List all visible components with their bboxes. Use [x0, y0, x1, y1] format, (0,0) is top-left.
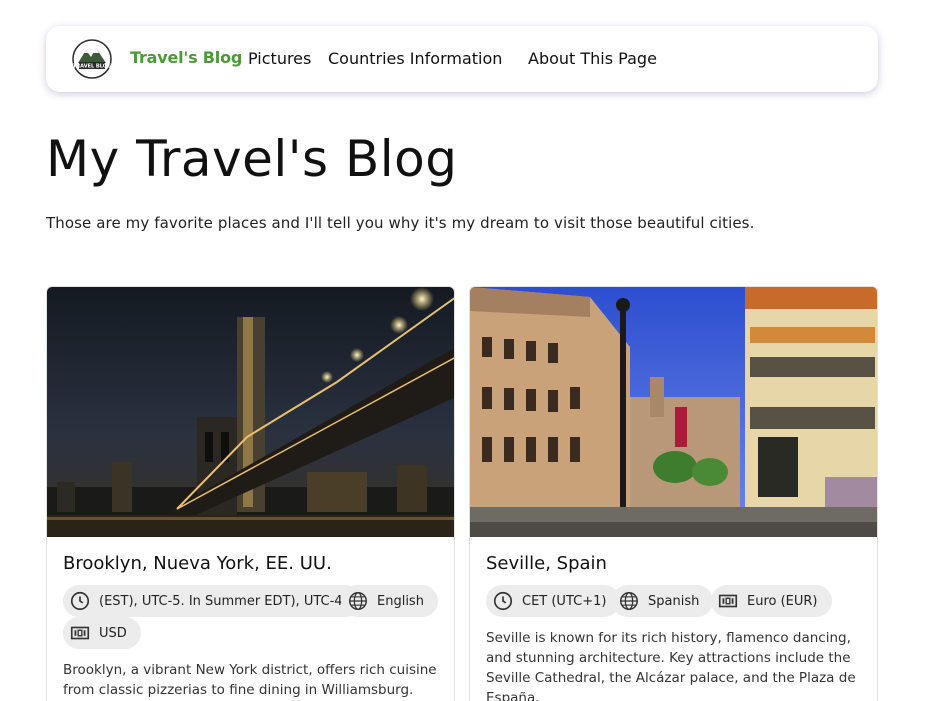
- timezone-label: (EST), UTC-5. In Summer EDT), UTC-4.: [99, 593, 347, 609]
- city-card-seville: Seville, Spain CET (UTC+1) Spanish Euro …: [469, 286, 878, 701]
- svg-text:TRAVEL BLOG: TRAVEL BLOG: [73, 64, 111, 70]
- timezone-label: CET (UTC+1): [522, 593, 607, 609]
- clock-icon: [493, 591, 513, 611]
- timezone-chip: CET (UTC+1): [486, 585, 621, 617]
- currency-chip: Euro (EUR): [711, 585, 832, 617]
- banknote-icon: [70, 626, 90, 640]
- currency-label: Euro (EUR): [747, 593, 818, 609]
- nav-link-about-this-page[interactable]: About This Page: [528, 49, 657, 68]
- card-description: Seville is known for its rich history, f…: [486, 630, 856, 701]
- language-label: English: [377, 593, 424, 609]
- globe-icon: [620, 592, 638, 610]
- language-chip: English: [341, 585, 438, 617]
- currency-chip: USD: [63, 617, 141, 649]
- city-card-brooklyn: Brooklyn, Nueva York, EE. UU. (EST), UTC…: [46, 286, 455, 701]
- currency-label: USD: [99, 625, 127, 641]
- travel-blog-logo[interactable]: TRAVEL BLOG: [72, 39, 112, 79]
- language-label: Spanish: [648, 593, 700, 609]
- clock-icon: [70, 591, 90, 611]
- language-chip: Spanish: [612, 585, 714, 617]
- page-title: My Travel's Blog: [46, 130, 458, 188]
- timezone-chip: (EST), UTC-5. In Summer EDT), UTC-4.: [63, 585, 361, 617]
- globe-icon: [349, 592, 367, 610]
- card-title: Brooklyn, Nueva York, EE. UU.: [63, 553, 332, 574]
- card-description: Brooklyn, a vibrant New York district, o…: [63, 662, 437, 698]
- top-navbar: TRAVEL BLOG Travel's Blog Pictures Count…: [46, 26, 878, 92]
- card-title: Seville, Spain: [486, 553, 607, 574]
- brooklyn-bridge-photo: [47, 287, 454, 537]
- seville-street-photo: [470, 287, 877, 537]
- nav-link-pictures[interactable]: Pictures: [248, 49, 311, 68]
- intro-text: Those are my favorite places and I'll te…: [46, 214, 755, 232]
- banknote-icon: [718, 594, 738, 608]
- nav-link-countries-information[interactable]: Countries Information: [328, 49, 502, 68]
- brand-link[interactable]: Travel's Blog: [130, 48, 242, 67]
